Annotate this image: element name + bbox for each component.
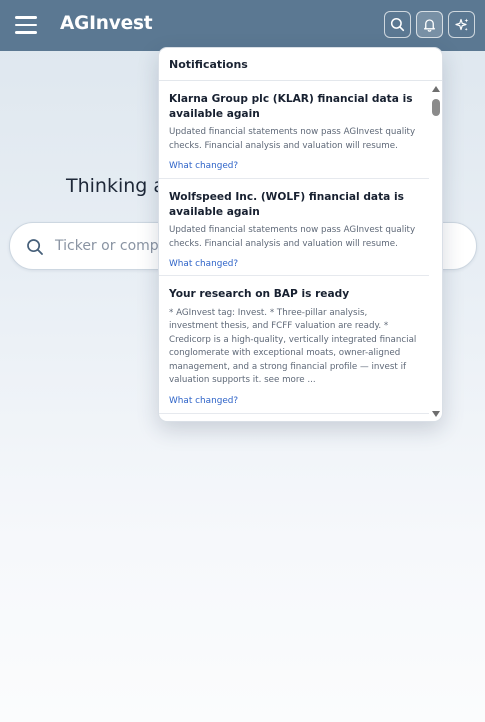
search-icon <box>27 239 43 255</box>
notification-item[interactable]: Your research on BAP is ready * AGInvest… <box>159 276 429 414</box>
what-changed-link[interactable]: What changed? <box>169 396 238 406</box>
notification-item[interactable]: Wolfspeed Inc. (WOLF) financial data is … <box>159 179 429 276</box>
scroll-down-arrow-icon[interactable] <box>432 411 440 417</box>
notifications-dropdown: Notifications Klarna Group plc (KLAR) fi… <box>158 47 443 422</box>
hamburger-menu-icon[interactable] <box>15 16 37 34</box>
notifications-button[interactable] <box>416 11 443 38</box>
app-title: AGInvest <box>60 13 153 34</box>
scroll-up-arrow-icon[interactable] <box>432 86 440 92</box>
notification-body: Updated financial statements now pass AG… <box>169 127 416 151</box>
notification-body: Updated financial statements now pass AG… <box>169 225 416 249</box>
bell-icon <box>423 19 436 32</box>
what-changed-link[interactable]: What changed? <box>169 259 238 269</box>
page-heading: Thinking a <box>66 175 166 197</box>
notification-title: Wolfspeed Inc. (WOLF) financial data is … <box>169 191 404 218</box>
top-bar: AGInvest <box>0 0 485 51</box>
sparkles-icon <box>454 18 468 31</box>
ai-assistant-button[interactable] <box>448 11 475 38</box>
search-placeholder: Ticker or compa <box>55 238 168 254</box>
search-icon <box>390 17 405 32</box>
what-changed-link[interactable]: What changed? <box>169 161 238 171</box>
scrollbar-thumb[interactable] <box>432 99 440 116</box>
notifications-list[interactable]: Klarna Group plc (KLAR) financial data i… <box>159 81 429 421</box>
notifications-scrollbar[interactable] <box>429 81 442 421</box>
notification-title: Klarna Group plc (KLAR) financial data i… <box>169 93 413 120</box>
search-button[interactable] <box>384 11 411 38</box>
notification-body: * AGInvest tag: Invest. * Three-pillar a… <box>169 307 417 386</box>
notifications-title: Notifications <box>159 48 442 81</box>
notification-title: Your research on BAP is ready <box>169 288 350 300</box>
notification-item[interactable]: Klarna Group plc (KLAR) financial data i… <box>159 81 429 179</box>
